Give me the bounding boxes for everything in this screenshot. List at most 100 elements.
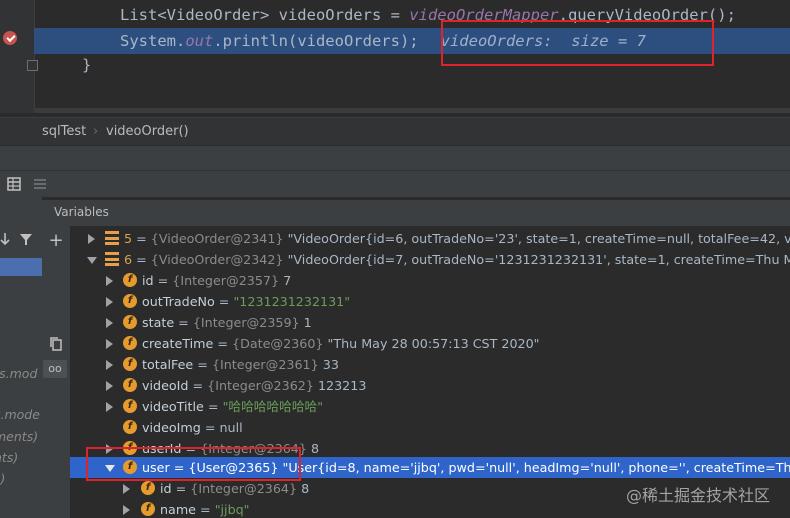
frame-fragment: nts): [0, 450, 19, 465]
var-name: videoImg: [142, 420, 201, 435]
var-value: "VideoOrder{id=7, outTradeNo='1231231232…: [287, 252, 790, 267]
var-type: {Integer@2361}: [211, 357, 319, 372]
code-token: System.: [120, 32, 186, 50]
breadcrumb-item-class[interactable]: sqlTest: [42, 124, 86, 139]
annotation-box-user-row: [86, 447, 301, 481]
field-icon: f: [123, 399, 137, 413]
expand-arrow-icon[interactable]: [106, 402, 113, 412]
frame-fragment: s): [0, 471, 6, 486]
var-type: {Integer@2357}: [172, 273, 280, 288]
tree-row[interactable]: f totalFee = {Integer@2361} 33: [70, 354, 790, 375]
var-value: "jjbq": [214, 502, 250, 517]
breadcrumb-separator: ›: [93, 124, 99, 139]
var-name: 5: [124, 231, 133, 246]
tool-window-bar: [0, 145, 790, 171]
var-type: {Integer@2359}: [192, 315, 300, 330]
tree-row[interactable]: 6 = {VideoOrder@2342} "VideoOrder{id=7, …: [70, 249, 790, 270]
breakpoint-icon[interactable]: [3, 31, 17, 45]
layout-icon[interactable]: [33, 177, 47, 191]
collapse-arrow-icon[interactable]: [87, 257, 97, 264]
var-name: state: [142, 315, 175, 330]
copy-icon[interactable]: [47, 335, 65, 353]
list-icon: [105, 231, 119, 245]
watermark: @稀土掘金技术社区: [626, 486, 771, 505]
field-icon: f: [141, 481, 155, 495]
var-name: id: [142, 273, 154, 288]
var-value: 123213: [317, 378, 367, 393]
field-icon: f: [123, 273, 137, 287]
expand-arrow-icon[interactable]: [123, 484, 130, 494]
list-icon: [105, 252, 119, 266]
breadcrumb: sqlTest › videoOrder(): [0, 117, 790, 146]
var-value: 1: [303, 315, 312, 330]
expand-arrow-icon[interactable]: [106, 360, 113, 370]
var-value: "Thu May 28 00:57:13 CST 2020": [327, 336, 540, 351]
var-value: 8: [301, 481, 310, 496]
field-icon: f: [123, 294, 137, 308]
tree-row[interactable]: 5 = {VideoOrder@2341} "VideoOrder{id=6, …: [70, 228, 790, 249]
variables-toolbar: + oo: [42, 226, 71, 518]
field-icon: f: [141, 502, 155, 516]
var-name: outTradeNo: [142, 294, 215, 309]
tree-row[interactable]: f outTradeNo = "1231231232131": [70, 291, 790, 312]
tree-row[interactable]: f createTime = {Date@2360} "Thu May 28 0…: [70, 333, 790, 354]
var-value: null: [219, 420, 243, 435]
var-type: {Integer@2364}: [190, 481, 298, 496]
var-name: id: [160, 481, 172, 496]
var-value: "1231231232131": [233, 294, 351, 309]
var-type: {VideoOrder@2342}: [150, 252, 284, 267]
expand-arrow-icon[interactable]: [88, 234, 95, 244]
breadcrumb-item-method[interactable]: videoOrder(): [106, 124, 189, 139]
var-name: totalFee: [142, 357, 194, 372]
arrow-down-icon[interactable]: [0, 232, 10, 246]
variables-tab[interactable]: Variables: [54, 205, 109, 219]
field-icon: f: [123, 420, 137, 434]
var-value: 7: [283, 273, 292, 288]
selected-frame[interactable]: [0, 258, 42, 276]
var-value: "VideoOrder{id=6, outTradeNo='23', state…: [287, 231, 790, 246]
add-watch-icon[interactable]: +: [47, 232, 65, 250]
watches-icon[interactable]: oo: [43, 360, 67, 378]
var-name: videoId: [142, 378, 189, 393]
frames-pane[interactable]: rs.mod s.mode ments) nts) s): [0, 196, 43, 518]
frame-fragment: rs.mod: [0, 366, 38, 381]
code-token: out: [185, 32, 214, 50]
annotation-box-inline-value: [441, 20, 714, 66]
filter-icon[interactable]: [19, 233, 33, 246]
var-name: videoTitle: [142, 399, 204, 414]
var-type: {Integer@2362}: [207, 378, 314, 393]
debugger-toolbar: [0, 170, 790, 197]
field-icon: f: [123, 378, 137, 392]
code-token: .println(videoOrders);: [213, 32, 419, 50]
expand-arrow-icon[interactable]: [106, 276, 113, 286]
tree-row[interactable]: f videoId = {Integer@2362} 123213: [70, 375, 790, 396]
field-icon: f: [123, 336, 137, 350]
var-value: "哈哈哈哈哈哈哈": [222, 399, 324, 414]
table-icon[interactable]: [7, 177, 21, 191]
variables-header: Variables: [42, 200, 790, 227]
tree-row[interactable]: f videoImg = null: [70, 417, 790, 438]
var-value: "User{id=8, name='jjbq', pwd='null', hea…: [282, 460, 790, 475]
var-name: createTime: [142, 336, 214, 351]
code-token: List<VideoOrder>: [120, 6, 270, 24]
expand-arrow-icon[interactable]: [106, 381, 113, 391]
frame-fragment: ments): [0, 429, 39, 444]
frame-fragment: s.mode: [0, 407, 40, 422]
expand-arrow-icon[interactable]: [106, 297, 113, 307]
field-icon: f: [123, 357, 137, 371]
tree-row[interactable]: f state = {Integer@2359} 1: [70, 312, 790, 333]
var-type: {VideoOrder@2341}: [150, 231, 284, 246]
code-token: }: [82, 56, 92, 74]
var-value: 8: [311, 441, 320, 456]
expand-arrow-icon[interactable]: [106, 339, 113, 349]
expand-arrow-icon[interactable]: [123, 505, 130, 515]
tree-row[interactable]: f videoTitle = "哈哈哈哈哈哈哈": [70, 396, 790, 417]
code-token: videoOrders =: [269, 6, 410, 24]
editor-horizontal-scrollbar[interactable]: [34, 108, 790, 113]
tree-row[interactable]: f id = {Integer@2357} 7: [70, 270, 790, 291]
field-icon: f: [123, 315, 137, 329]
editor-gutter[interactable]: [0, 0, 38, 113]
expand-arrow-icon[interactable]: [106, 318, 113, 328]
var-value: 33: [322, 357, 339, 372]
var-name: 6: [124, 252, 133, 267]
